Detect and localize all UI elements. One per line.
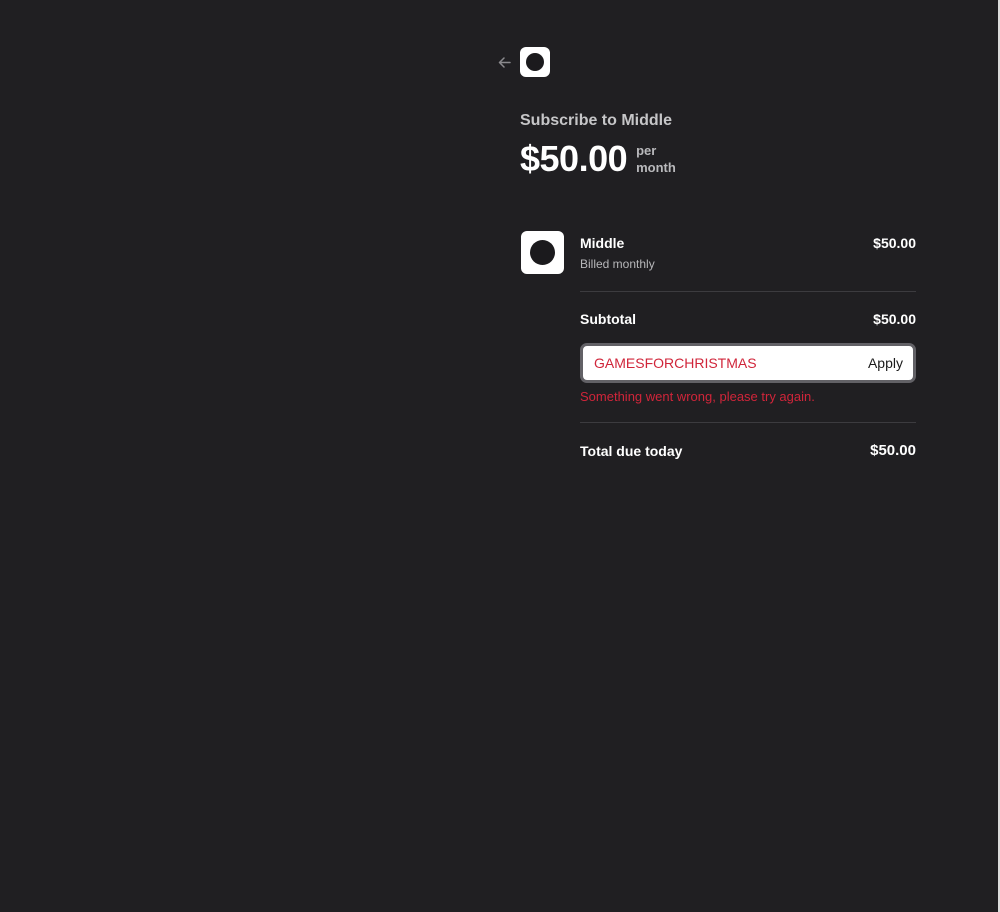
promo-code-input[interactable]: GAMESFORCHRISTMAS (594, 355, 757, 371)
line-item-billing: Billed monthly (580, 257, 655, 271)
product-logo-icon (521, 231, 564, 274)
total-value: $50.00 (870, 442, 916, 459)
subtotal-row: Subtotal $50.00 (580, 311, 916, 327)
promo-code-field[interactable]: GAMESFORCHRISTMAS Apply (580, 343, 916, 383)
checkout-page: Subscribe to Middle $50.00 per month Mid… (0, 0, 1000, 912)
apply-button[interactable]: Apply (868, 355, 903, 371)
header-row (496, 47, 550, 77)
divider (580, 291, 916, 292)
divider (580, 422, 916, 423)
subtotal-value: $50.00 (873, 311, 916, 327)
arrow-left-icon[interactable] (496, 54, 512, 70)
subtotal-label: Subtotal (580, 311, 636, 327)
billing-period: per month (636, 142, 676, 176)
period-line-2: month (636, 160, 676, 175)
price-row: $50.00 per month (520, 138, 676, 180)
subscribe-title: Subscribe to Middle (520, 112, 673, 129)
period-line-1: per (636, 143, 657, 158)
promo-error-message: Something went wrong, please try again. (580, 389, 815, 404)
total-label: Total due today (580, 442, 683, 459)
line-item: Middle Billed monthly $50.00 (520, 230, 916, 274)
plan-price: $50.00 (520, 138, 628, 179)
total-row: Total due today $50.00 (580, 442, 916, 459)
line-item-price: $50.00 (873, 235, 916, 251)
line-item-name: Middle (580, 235, 625, 251)
circle-logo-icon (520, 47, 550, 77)
